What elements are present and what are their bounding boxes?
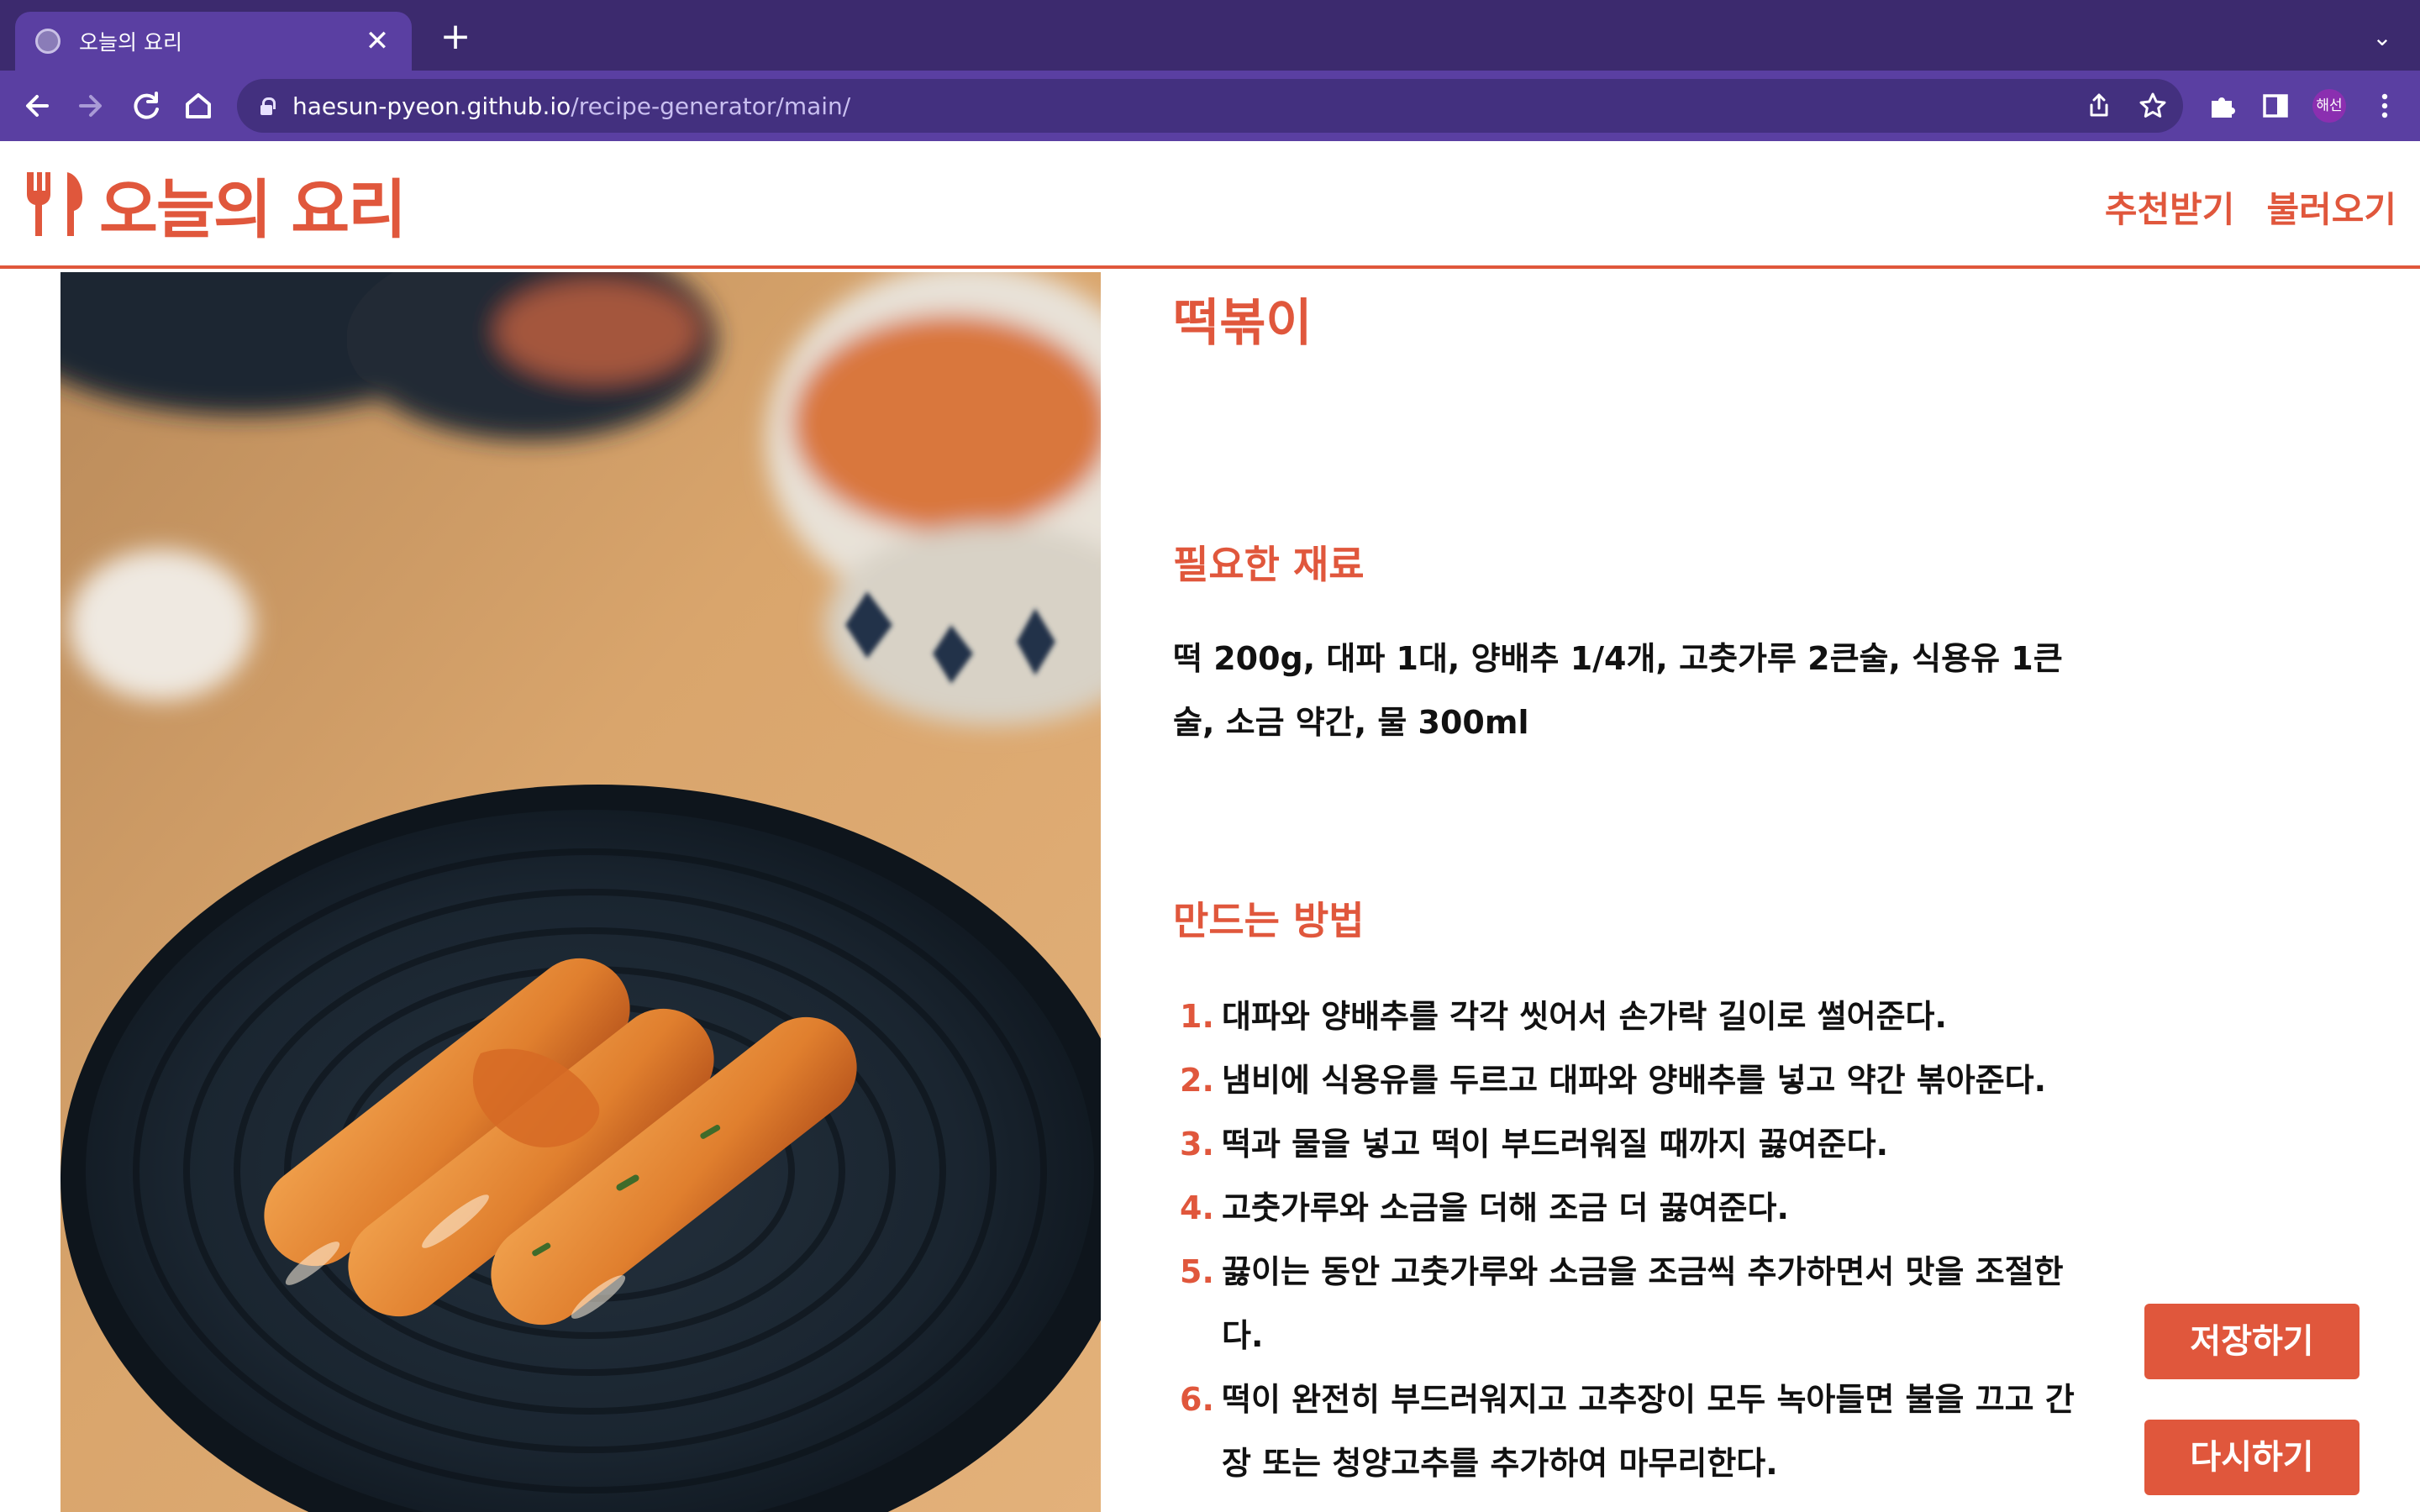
steps-list: 1. 대파와 양배추를 각각 씻어서 손가락 길이로 썰어준다. 2. 냄비에 식용… — [1173, 984, 2081, 1495]
list-item: 6. 떡이 완전히 부드러워지고 고추장이 모두 녹아들면 불을 끄고 간장 또는… — [1173, 1368, 2081, 1495]
ingredients-text: 떡 200g, 대파 1대, 양배추 1/4개, 고춧가루 2큰술, 식용유 1… — [1173, 640, 2063, 741]
new-tab-button[interactable]: + — [437, 18, 474, 55]
step-number: 2. — [1180, 1062, 1214, 1099]
profile-avatar[interactable]: 해선 — [2312, 89, 2346, 123]
step-text: 끓이는 동안 고춧가루와 소금을 조금씩 추가하면서 맛을 조절한다. — [1222, 1253, 2064, 1354]
arrow-right-icon[interactable] — [71, 86, 111, 126]
puzzle-icon[interactable] — [2205, 89, 2238, 123]
step-text: 냄비에 식용유를 두르고 대파와 양배추를 넣고 약간 볶아준다. — [1222, 1062, 2047, 1099]
list-item: 2. 냄비에 식용유를 두르고 대파와 양배추를 넣고 약간 볶아준다. — [1173, 1048, 2081, 1112]
save-button[interactable]: 저장하기 — [2144, 1304, 2360, 1379]
step-number: 1. — [1180, 998, 1214, 1035]
site-logo[interactable]: 오늘의 요리 — [24, 166, 407, 247]
site-header: 오늘의 요리 추천받기 불러오기 — [0, 141, 2420, 269]
share-icon[interactable] — [2084, 91, 2114, 121]
dish-title: 떡볶이 — [1173, 294, 1313, 353]
browser-tab-bar: 오늘의 요리 ✕ + ⌄ — [0, 0, 2420, 71]
step-number: 3. — [1180, 1126, 1214, 1163]
browser-toolbar: haesun-pyeon.github.io/recipe-generator/… — [0, 71, 2420, 141]
lock-icon — [259, 97, 276, 115]
step-text: 떡이 완전히 부드러워지고 고추장이 모두 녹아들면 불을 끄고 간장 또는 청… — [1222, 1381, 2075, 1482]
step-number: 4. — [1180, 1189, 1214, 1226]
dish-photo — [60, 272, 1101, 1512]
list-item: 3. 떡과 물을 넣고 떡이 부드러워질 때까지 끓여준다. — [1173, 1112, 2081, 1176]
star-icon[interactable] — [2138, 91, 2168, 121]
site-nav: 추천받기 불러오기 — [2073, 181, 2396, 233]
nav-recommend[interactable]: 추천받기 — [2105, 181, 2235, 233]
list-item: 5. 끓이는 동안 고춧가루와 소금을 조금씩 추가하면서 맛을 조절한다. — [1173, 1240, 2081, 1368]
retry-button[interactable]: 다시하기 — [2144, 1420, 2360, 1495]
tab-title: 오늘의 요리 — [79, 30, 182, 55]
step-number: 5. — [1180, 1253, 1214, 1290]
url-text: haesun-pyeon.github.io/recipe-generator/… — [292, 92, 850, 120]
step-text: 대파와 양배추를 각각 씻어서 손가락 길이로 썰어준다. — [1222, 998, 1947, 1035]
list-item: 4. 고춧가루와 소금을 더해 조금 더 끓여준다. — [1173, 1176, 2081, 1240]
arrow-left-icon[interactable] — [17, 86, 57, 126]
fork-spoon-icon — [27, 172, 82, 236]
ingredients-heading: 필요한 재료 — [1173, 542, 1365, 587]
tteokbokki-photo — [60, 272, 1101, 1512]
steps-heading: 만드는 방법 — [1173, 898, 1365, 943]
step-text: 고춧가루와 소금을 더해 조금 더 끓여준다. — [1222, 1189, 1789, 1226]
step-number: 6. — [1180, 1381, 1214, 1418]
list-item: 1. 대파와 양배추를 각각 씻어서 손가락 길이로 썰어준다. — [1173, 984, 2081, 1048]
close-icon[interactable]: ✕ — [363, 27, 392, 55]
kebab-menu-icon[interactable] — [2368, 89, 2402, 123]
browser-tab-active[interactable]: 오늘의 요리 ✕ — [15, 12, 412, 71]
address-bar[interactable]: haesun-pyeon.github.io/recipe-generator/… — [237, 79, 2183, 133]
side-panel-icon[interactable] — [2259, 89, 2292, 123]
url-host: haesun-pyeon.github.io — [292, 92, 571, 120]
reload-icon[interactable] — [126, 86, 166, 126]
step-text: 떡과 물을 넣고 떡이 부드러워질 때까지 끓여준다. — [1222, 1126, 1889, 1163]
nav-load[interactable]: 불러오기 — [2266, 181, 2396, 233]
url-path: /recipe-generator/main/ — [571, 92, 851, 120]
home-icon[interactable] — [178, 86, 218, 126]
chevron-down-icon[interactable]: ⌄ — [2368, 24, 2396, 51]
globe-icon — [35, 29, 60, 54]
site-title: 오늘의 요리 — [99, 172, 407, 247]
